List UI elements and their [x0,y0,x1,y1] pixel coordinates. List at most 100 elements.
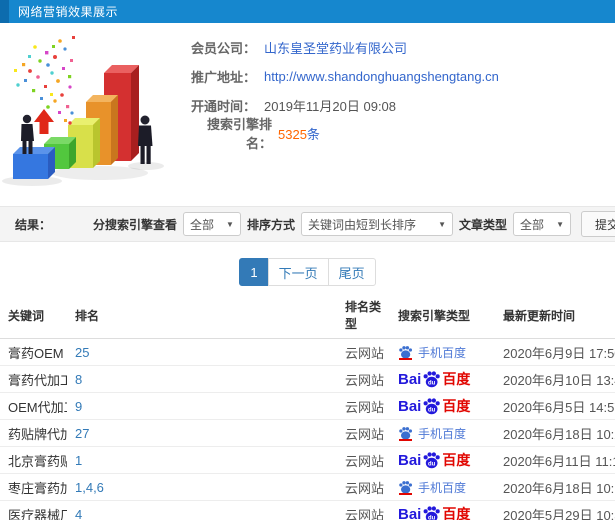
rank-link[interactable]: 27 [75,426,89,441]
baidu-paw-icon: du [423,397,441,414]
keyword-cell: 医疗器械厂家 [0,500,67,520]
filter-bar: 结果： 分搜索引擎查看 全部 ▼ 排序方式 关键词由短到长排序 ▼ 文章类型 全… [0,206,615,242]
paw-underline [399,492,412,495]
page-1-button[interactable]: 1 [239,258,269,286]
table-row: 北京膏药贴牌 1 云网站 Baidu 百度 2020年6月11日 11:18 [0,446,615,474]
keyword-cell: 药贴牌代加工 [0,419,67,447]
open-time-row: 开通时间： 2019年11月20日 09:08 [186,95,615,115]
page-title: 网络营销效果展示 [18,5,119,19]
rank-type-cell: 云网站 [337,365,390,393]
engine-filter-select[interactable]: 全部 ▼ [182,212,241,236]
baidu-cn-text: 百度 [442,452,471,468]
article-type-label: 文章类型 [458,217,507,232]
rank-link[interactable]: 4 [75,507,82,520]
updated-cell: 2020年6月10日 13:40 [495,365,615,393]
keyword-cell: 膏药OEM [0,338,67,366]
submit-button[interactable]: 提交 [581,211,615,237]
baidu-logo: Bai du 百度 [398,504,470,520]
keyword-cell: 膏药代加工 [0,365,67,393]
company-label: 会员公司： [190,40,256,56]
table-row: 膏药OEM 25 云网站 手机百度 2020年6月9日 17:50 [0,338,615,366]
rank-cell: 1,4,6 [67,473,337,501]
baidu-logo: Bai du 百度 [398,369,470,389]
baidu-cn-text: 百度 [442,371,471,387]
engine-type-cell: Bai du 百度 [390,446,495,474]
promotion-url-link[interactable]: http://www.shandonghuangshengtang.cn [264,69,499,84]
last-page-button[interactable]: 尾页 [327,258,376,286]
marketing-report-page: 网络营销效果展示 会员公司： 山东皇圣堂药业有限公司 推广地址： http://… [0,0,615,520]
mobile-baidu-logo: 手机百度 [398,479,466,496]
baidu-bai-text: Bai [398,397,422,415]
rank-cell: 25 [67,338,337,366]
article-type-select[interactable]: 全部 ▼ [513,212,571,236]
promotion-url-row: 推广地址： http://www.shandonghuangshengtang.… [186,66,615,86]
engine-type-cell: 手机百度 [390,473,495,501]
sort-value: 关键词由短到长排序 [307,217,416,232]
baidu-logo: Bai du 百度 [398,396,470,416]
rank-link[interactable]: 1 [75,453,82,468]
open-time-label: 开通时间： [190,98,256,114]
bar-chart-illustration [0,31,186,191]
rank-link[interactable]: 9 [75,399,82,414]
rank-link[interactable]: 1,4,6 [75,480,104,495]
keyword-cell: 枣庄膏药加工 [0,473,67,501]
next-page-button[interactable]: 下一页 [267,258,329,286]
engine-filter-value: 全部 [189,217,214,232]
table-row: 枣庄膏药加工 1,4,6 云网站 手机百度 2020年6月18日 10:19 [0,473,615,501]
paw-underline [399,438,412,441]
rank-cell: 1 [67,446,337,474]
rank-cell: 9 [67,392,337,420]
svg-text:du: du [428,407,436,413]
baidu-paw-icon: du [423,370,441,387]
account-info-list: 会员公司： 山东皇圣堂药业有限公司 推广地址： http://www.shand… [186,31,615,194]
rank-type-cell: 云网站 [337,473,390,501]
table-header-row: 关键词 排名 排名类型 搜索引擎类型 最新更新时间 [0,298,615,339]
col-rank: 排名 [67,298,337,339]
result-label: 结果： [15,217,52,232]
baidu-bai-text: Bai [398,451,422,469]
rank-type-cell: 云网站 [337,392,390,420]
svg-text:du: du [428,461,436,467]
sort-label: 排序方式 [246,217,295,232]
col-rank-type: 排名类型 [337,298,390,339]
updated-cell: 2020年6月18日 10:25 [495,419,615,447]
engine-type-cell: 手机百度 [390,338,495,366]
keyword-cell: 北京膏药贴牌 [0,446,67,474]
engine-filter-label: 分搜索引擎查看 [92,217,177,232]
company-link[interactable]: 山东皇圣堂药业有限公司 [264,41,407,56]
rank-unit: 条 [306,126,320,142]
rank-type-cell: 云网站 [337,419,390,447]
mobile-baidu-label: 手机百度 [418,345,467,360]
rank-cell: 27 [67,419,337,447]
baidu-bai-text: Bai [398,505,422,520]
chevron-down-icon: ▼ [556,219,564,229]
article-type-value: 全部 [520,217,545,232]
table-row: 医疗器械厂家 4 云网站 Bai du 百度 2020年5月29日 10:32 [0,500,615,520]
filter-controls: 分搜索引擎查看 全部 ▼ 排序方式 关键词由短到长排序 ▼ 文章类型 全部 ▼ … [93,211,615,237]
engine-type-cell: Bai du 百度 [390,365,495,393]
engine-type-cell: Bai du 百度 [390,500,495,520]
paw-underline [399,357,412,360]
growth-chart-image [2,36,164,186]
baidu-logo: Bai du 百度 [398,450,470,470]
rank-type-cell: 云网站 [337,338,390,366]
updated-cell: 2020年6月9日 17:50 [495,338,615,366]
svg-text:du: du [428,380,436,386]
table-row: OEM代加工 9 云网站 Baidu 百度 2020年6月5日 14:57 [0,392,615,420]
baidu-cn-text: 百度 [442,398,471,414]
col-engine-type: 搜索引擎类型 [390,298,495,339]
keyword-cell: OEM代加工 [0,392,67,420]
mobile-baidu-logo: 手机百度 [398,344,466,361]
rank-link[interactable]: 8 [75,372,82,387]
engine-rank-label: 搜索引擎排名： [206,117,272,151]
mobile-baidu-logo: 手机百度 [398,425,466,442]
mobile-baidu-label: 手机百度 [418,426,467,441]
updated-cell: 2020年6月5日 14:57 [495,392,615,420]
chevron-down-icon: ▼ [438,219,446,229]
baidu-paw-icon: du [423,451,441,468]
svg-text:du: du [428,515,436,520]
sort-select[interactable]: 关键词由短到长排序 ▼ [300,212,453,236]
rank-type-cell: 云网站 [337,500,390,520]
rank-link[interactable]: 25 [75,345,89,360]
titlebar: 网络营销效果展示 [0,0,615,23]
